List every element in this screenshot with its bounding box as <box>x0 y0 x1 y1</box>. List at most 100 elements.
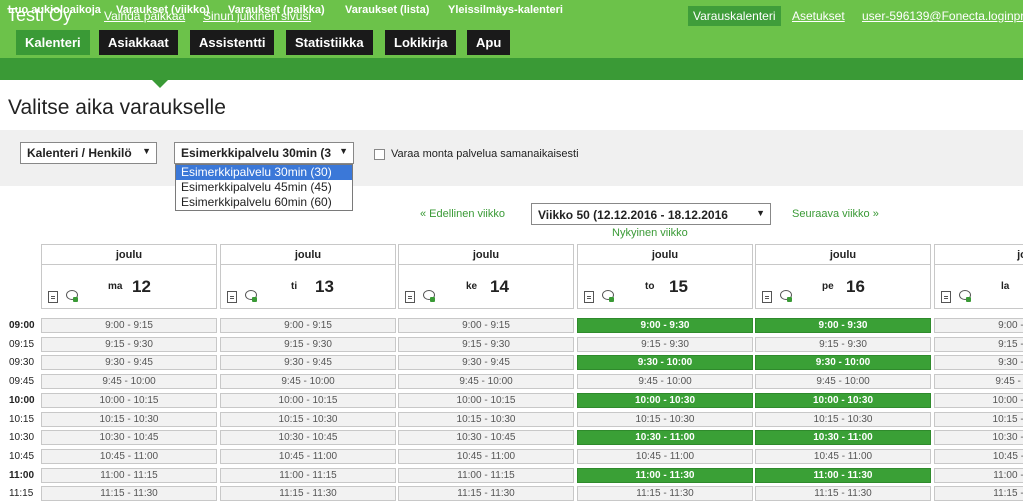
time-slot: 9:45 - 10:00 <box>398 374 574 389</box>
available-slot[interactable]: 9:30 - 10:00 <box>755 355 931 370</box>
comment-add-icon[interactable] <box>959 290 971 302</box>
chevron-down-icon: ▼ <box>142 146 151 156</box>
day-name: ma <box>108 281 123 292</box>
comment-add-icon[interactable] <box>602 290 614 302</box>
day-month: joulu <box>399 245 573 265</box>
subtab-list-bookings[interactable]: Varaukset (lista) <box>345 4 429 16</box>
document-icon[interactable] <box>941 291 951 303</box>
tab-asiakkaat[interactable]: Asiakkaat <box>99 30 178 55</box>
subtab-location-bookings[interactable]: Varaukset (paikka) <box>228 4 325 16</box>
time-slot: 10:00 - 10:15 <box>398 393 574 408</box>
day-number: 12 <box>132 277 151 296</box>
available-slot[interactable]: 10:00 - 10:30 <box>755 393 931 408</box>
service-select[interactable]: Esimerkkipalvelu 30min (3 ▼ <box>174 142 354 164</box>
time-slot: 11:15 - 11:30 <box>577 486 753 501</box>
tab-statistiikka[interactable]: Statistiikka <box>286 30 373 55</box>
available-slot[interactable]: 9:00 - 9:30 <box>577 318 753 333</box>
day-number: 15 <box>669 277 688 296</box>
day-name: la <box>1001 281 1010 292</box>
time-slot: 11:15 - 11:30 <box>220 486 396 501</box>
tab-apu[interactable]: Apu <box>467 30 511 55</box>
tab-assistentti[interactable]: Assistentti <box>190 30 275 55</box>
settings-link[interactable]: Asetukset <box>792 9 845 23</box>
multi-service-checkbox[interactable] <box>374 149 385 160</box>
available-slot[interactable]: 10:30 - 11:00 <box>755 430 931 445</box>
service-option[interactable]: Esimerkkipalvelu 60min (60) <box>176 195 352 210</box>
app-root: Testi Oy Vaihda paikkaa Sinun julkinen s… <box>0 0 1023 501</box>
time-slot: 11:00 - 11:15 <box>934 468 1023 483</box>
document-icon[interactable] <box>48 291 58 303</box>
time-slot: 10:15 - 10:30 <box>934 412 1023 427</box>
day-month: jo <box>935 245 1023 265</box>
time-slot: 11:00 - 11:15 <box>41 468 217 483</box>
day-number: 16 <box>846 277 865 296</box>
calendar-select[interactable]: Kalenteri / Henkilö ▼ <box>20 142 157 164</box>
subtab-week-bookings[interactable]: Varaukset (viikko) <box>116 4 210 16</box>
comment-add-icon[interactable] <box>245 290 257 302</box>
time-slot: 9:30 - 9:45 <box>41 355 217 370</box>
time-slot: 9:15 - 9:30 <box>220 337 396 352</box>
day-number: 14 <box>490 277 509 296</box>
comment-add-icon[interactable] <box>66 290 78 302</box>
time-slot: 10:15 - 10:30 <box>220 412 396 427</box>
booking-calendar-button[interactable]: Varauskalenteri <box>688 6 781 26</box>
time-slot: 9:00 - 9:15 <box>934 318 1023 333</box>
day-header: joulu pe 16 <box>755 244 931 309</box>
week-select[interactable]: Viikko 50 (12.12.2016 - 18.12.2016 ▼ <box>531 203 771 225</box>
next-week-link[interactable]: Seuraava viikko » <box>792 208 879 220</box>
document-icon[interactable] <box>762 291 772 303</box>
available-slot[interactable]: 11:00 - 11:30 <box>755 468 931 483</box>
time-label: 10:30 <box>9 432 35 443</box>
time-slot: 10:45 - 11:00 <box>41 449 217 464</box>
service-select-value: Esimerkkipalvelu 30min (3 <box>181 146 332 160</box>
service-option[interactable]: Esimerkkipalvelu 45min (45) <box>176 180 352 195</box>
time-slot: 11:00 - 11:15 <box>220 468 396 483</box>
prev-week-link[interactable]: « Edellinen viikko <box>420 208 505 220</box>
day-name: pe <box>822 281 834 292</box>
time-slot: 11:15 - 11:30 <box>398 486 574 501</box>
user-account-link[interactable]: user-596139@Fonecta.loginpro <box>862 9 1023 23</box>
time-slot: 11:15 - 11:30 <box>934 486 1023 501</box>
time-slot: 9:15 - 9:30 <box>577 337 753 352</box>
document-icon[interactable] <box>227 291 237 303</box>
time-slot: 10:45 - 11:00 <box>398 449 574 464</box>
time-slot: 11:00 - 11:15 <box>398 468 574 483</box>
time-slot: 9:30 - 9:45 <box>220 355 396 370</box>
available-slot[interactable]: 9:00 - 9:30 <box>755 318 931 333</box>
comment-add-icon[interactable] <box>780 290 792 302</box>
day-header: joulu ma 12 <box>41 244 217 309</box>
day-header: joulu to 15 <box>577 244 753 309</box>
time-slot: 10:45 - 11:00 <box>934 449 1023 464</box>
document-icon[interactable] <box>405 291 415 303</box>
time-slot: 9:15 - 9:30 <box>398 337 574 352</box>
time-slot: 9:45 - 10:00 <box>41 374 217 389</box>
active-subtab-indicator <box>152 80 168 88</box>
document-icon[interactable] <box>584 291 594 303</box>
time-slot: 9:00 - 9:15 <box>41 318 217 333</box>
available-slot[interactable]: 11:00 - 11:30 <box>577 468 753 483</box>
comment-add-icon[interactable] <box>423 290 435 302</box>
chevron-down-icon: ▼ <box>339 146 348 156</box>
current-week-link[interactable]: Nykyinen viikko <box>612 227 688 239</box>
subtab-opening-hours[interactable]: Luo aukioloaikoja <box>8 4 101 16</box>
time-label: 09:00 <box>9 320 35 331</box>
time-slot: 10:45 - 11:00 <box>220 449 396 464</box>
time-slot: 10:30 - 10:45 <box>934 430 1023 445</box>
time-slot: 10:15 - 10:30 <box>755 412 931 427</box>
available-slot[interactable]: 9:30 - 10:00 <box>577 355 753 370</box>
available-slot[interactable]: 10:00 - 10:30 <box>577 393 753 408</box>
subtab-overview-calendar[interactable]: Yleissilmäys-kalenteri <box>448 4 563 16</box>
time-slot: 10:00 - 10:15 <box>220 393 396 408</box>
day-name: to <box>645 281 655 292</box>
day-header: joulu ti 13 <box>220 244 396 309</box>
tab-kalenteri[interactable]: Kalenteri <box>16 30 90 55</box>
time-label: 10:15 <box>9 414 35 425</box>
available-slot[interactable]: 10:30 - 11:00 <box>577 430 753 445</box>
time-label: 09:30 <box>9 357 35 368</box>
time-slot: 10:00 - 10:15 <box>41 393 217 408</box>
service-option[interactable]: Esimerkkipalvelu 30min (30) <box>176 165 352 180</box>
time-slot: 9:00 - 9:15 <box>398 318 574 333</box>
tab-lokikirja[interactable]: Lokikirja <box>385 30 457 55</box>
time-slot: 9:45 - 10:00 <box>577 374 753 389</box>
week-select-value: Viikko 50 (12.12.2016 - 18.12.2016 <box>538 208 728 222</box>
